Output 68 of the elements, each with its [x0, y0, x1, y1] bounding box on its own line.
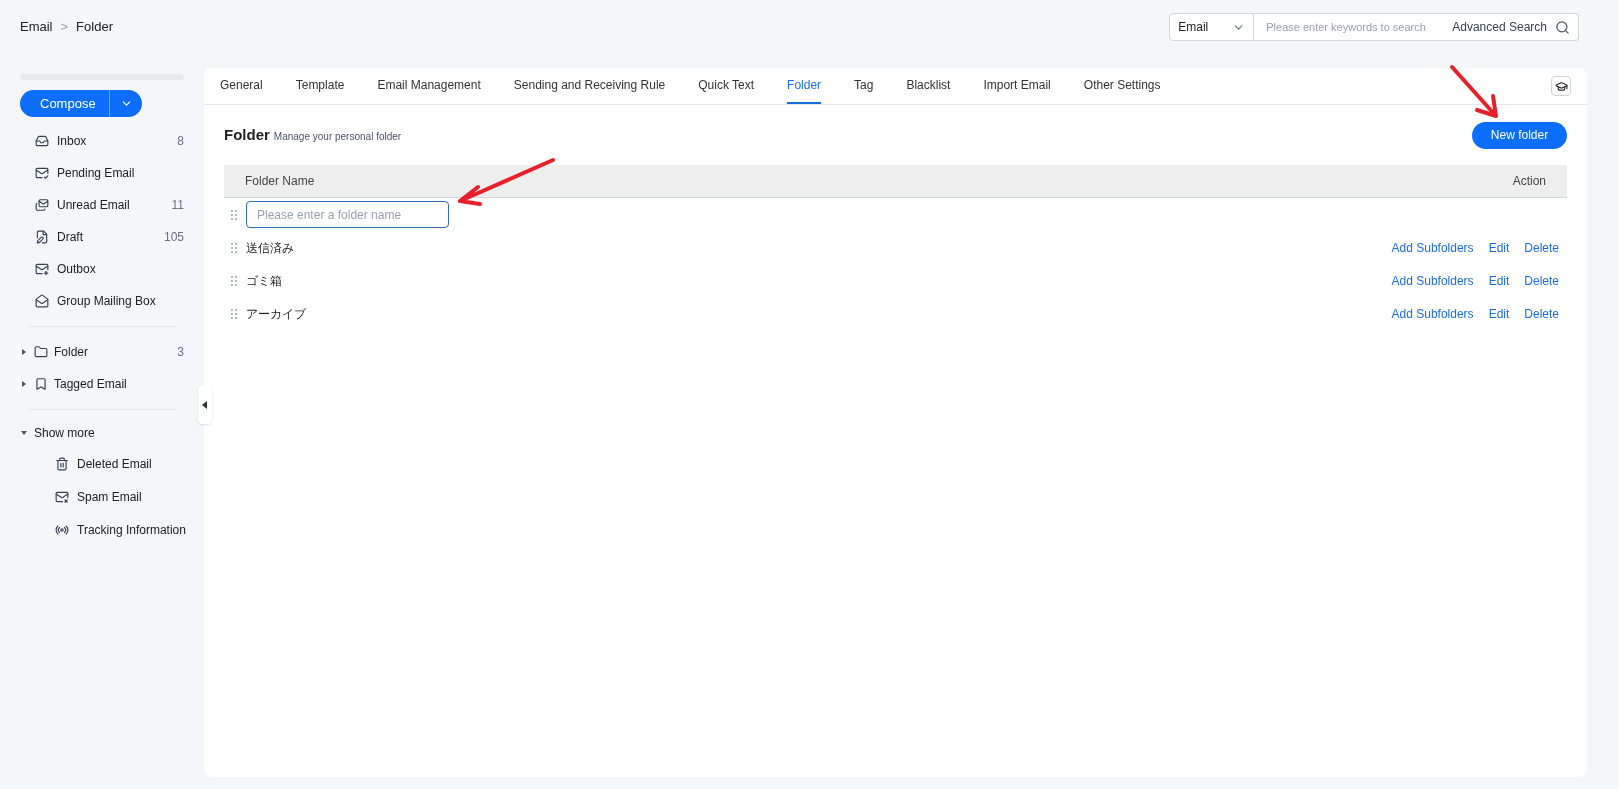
settings-tab[interactable]: Import Email: [983, 68, 1051, 104]
sidebar-item[interactable]: Group Mailing Box: [20, 285, 184, 317]
mail-icon: [55, 489, 69, 504]
caret-left-icon: [202, 401, 208, 409]
show-more-toggle[interactable]: Show more: [20, 419, 184, 447]
settings-tab[interactable]: Blacklist: [906, 68, 951, 104]
action-link[interactable]: Add Subfolders: [1391, 271, 1474, 290]
tutorial-button[interactable]: [1551, 76, 1571, 96]
folder-name-input[interactable]: Please enter a folder name: [246, 201, 449, 228]
folder-name: 送信済み: [246, 239, 295, 257]
sidebar-item[interactable]: Inbox 8: [20, 125, 184, 157]
graduation-cap-icon: [1554, 79, 1568, 93]
action-link[interactable]: Edit: [1488, 238, 1510, 257]
folder-name: ゴミ箱: [246, 272, 283, 290]
sidebar-item[interactable]: Draft 105: [20, 221, 184, 253]
action-link[interactable]: Edit: [1488, 304, 1510, 323]
advanced-search-link[interactable]: Advanced Search: [1444, 18, 1555, 36]
sidebar-group[interactable]: Folder 3: [20, 336, 184, 368]
column-header: Folder Name: [245, 173, 315, 190]
mailbox-icon: [35, 262, 49, 276]
signal-icon: [55, 522, 69, 537]
action-link[interactable]: Delete: [1524, 304, 1559, 323]
mailbox-icon: [35, 198, 49, 212]
section-title: Folder: [224, 124, 270, 145]
breadcrumb-item[interactable]: Email: [20, 17, 53, 37]
sidebar-item[interactable]: Unread Email 11: [20, 189, 184, 221]
action-link[interactable]: Delete: [1524, 238, 1559, 257]
sidebar-group[interactable]: Tagged Email: [20, 368, 184, 400]
trash-icon: [55, 456, 69, 471]
action-link[interactable]: Add Subfolders: [1391, 238, 1474, 257]
sidebar-item[interactable]: Outbox: [20, 253, 184, 285]
mailbox-icon: [35, 134, 49, 148]
folder-name: アーカイブ: [246, 305, 307, 323]
settings-tab[interactable]: Other Settings: [1083, 68, 1161, 104]
drag-handle-icon[interactable]: [230, 208, 238, 221]
settings-tab[interactable]: Quick Text: [698, 68, 755, 104]
settings-tab[interactable]: General: [220, 68, 263, 104]
drag-handle-icon[interactable]: [230, 274, 238, 287]
settings-tab[interactable]: Sending and Receiving Rule: [513, 68, 666, 104]
bookmark-icon: [34, 377, 48, 391]
action-link[interactable]: Delete: [1524, 271, 1559, 290]
sidebar-item[interactable]: Deleted Email: [20, 447, 196, 480]
collapse-sidebar-handle[interactable]: [198, 386, 212, 424]
column-header: Action: [1512, 173, 1546, 190]
mailbox-icon: [35, 230, 49, 244]
arrow-annotation: [1449, 64, 1501, 120]
search-icon[interactable]: [1555, 19, 1570, 35]
mailbox-icon: [35, 166, 49, 180]
breadcrumb-item: Folder: [76, 18, 113, 37]
scope-dropdown[interactable]: Email: [1169, 13, 1255, 41]
action-link[interactable]: Edit: [1488, 271, 1510, 290]
action-link[interactable]: Add Subfolders: [1391, 304, 1474, 323]
search-field[interactable]: Please enter keywords to search Advanced Search: [1254, 13, 1579, 41]
settings-tab[interactable]: Template: [295, 68, 345, 104]
mailbox-icon: [35, 294, 49, 308]
new-folder-button[interactable]: New folder: [1472, 121, 1567, 149]
section-subtitle: Manage your personal folder: [273, 129, 402, 144]
breadcrumb-separator: >: [60, 18, 69, 37]
folder-icon: [34, 345, 48, 359]
settings-tab[interactable]: Email Management: [377, 68, 481, 104]
drag-handle-icon[interactable]: [230, 307, 238, 320]
sidebar-item[interactable]: Tracking Information: [20, 513, 196, 546]
compose-main-button[interactable]: Compose: [20, 90, 110, 117]
drag-handle-icon[interactable]: [230, 241, 238, 254]
sidebar-item[interactable]: Spam Email: [20, 480, 196, 513]
settings-tab[interactable]: Folder: [787, 68, 822, 104]
settings-tab[interactable]: Tag: [854, 68, 874, 104]
sidebar-item[interactable]: Pending Email: [20, 157, 184, 189]
